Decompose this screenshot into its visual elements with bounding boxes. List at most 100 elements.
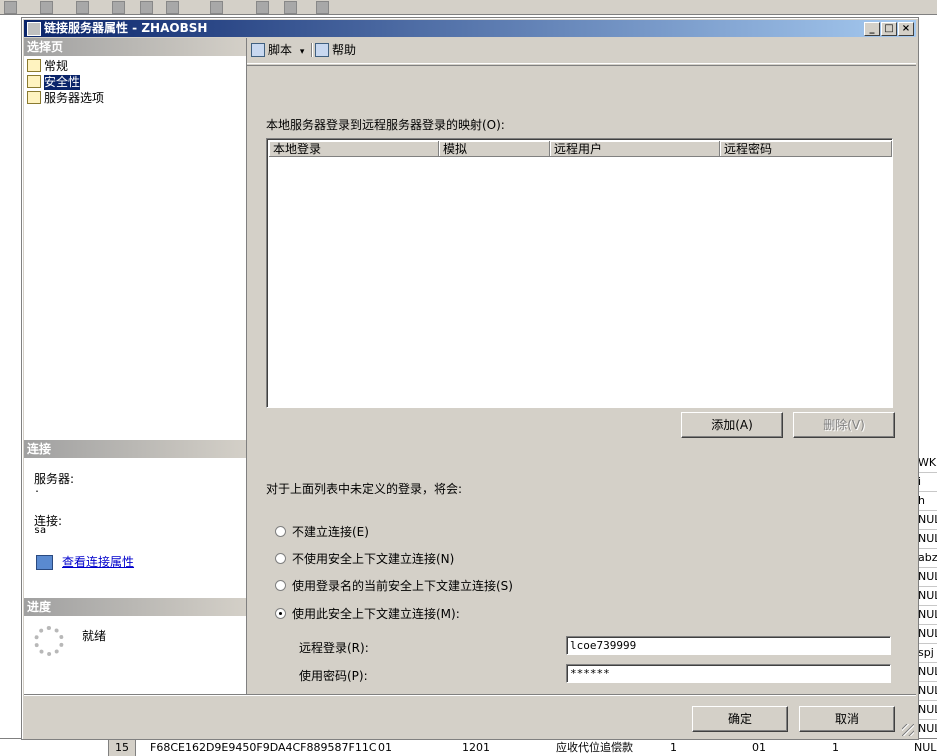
connection-properties-icon xyxy=(36,555,53,570)
background-toolbar-icon xyxy=(316,1,329,14)
background-toolbar-icon xyxy=(284,1,297,14)
page-label: 服务器选项 xyxy=(44,91,105,105)
table-cell: 1 xyxy=(670,741,677,754)
undefined-logins-label: 对于上面列表中未定义的登录，将会: xyxy=(266,482,463,496)
background-grid-cell: NUL xyxy=(918,663,937,682)
radio-this-security-context[interactable]: 使用此安全上下文建立连接(M): xyxy=(275,606,460,622)
page-label: 常规 xyxy=(44,59,69,73)
background-grid-cell: NUL xyxy=(918,701,937,720)
background-table-row: 15 F68CE162D9E9450F9DA4CF889587F11C 01 1… xyxy=(0,738,937,756)
window-title: 链接服务器属性 - ZHAOBSH xyxy=(44,21,208,35)
linked-server-properties-dialog: 链接服务器属性 - ZHAOBSH _ □ × 选择页 常规 安全性 服务器选项… xyxy=(21,17,919,740)
radio-label: 不建立连接(E) xyxy=(292,525,369,539)
column-header-remote-password[interactable]: 远程密码 xyxy=(720,141,892,157)
connection-value: sa xyxy=(34,525,47,536)
select-page-header: 选择页 xyxy=(24,38,246,56)
background-grid-cell: NUL xyxy=(918,720,937,739)
page-icon xyxy=(27,75,41,88)
background-grid-cell: NUL xyxy=(918,587,937,606)
progress-status: 就绪 xyxy=(82,629,107,643)
table-cell: 1 xyxy=(832,741,839,754)
column-header-local-login[interactable]: 本地登录 xyxy=(269,141,439,157)
radio-button[interactable] xyxy=(275,580,286,591)
progress-spinner-icon xyxy=(34,626,64,656)
help-label: 帮助 xyxy=(332,43,357,57)
background-toolbar-icon xyxy=(112,1,125,14)
radio-label: 不使用安全上下文建立连接(N) xyxy=(292,552,455,566)
close-button[interactable]: × xyxy=(898,22,914,36)
background-toolbar-icon xyxy=(140,1,153,14)
left-pane: 选择页 常规 安全性 服务器选项 连接 服务器: . 连接: sa 查看连接属性… xyxy=(24,38,247,713)
page-icon xyxy=(27,91,41,104)
table-cell: 01 xyxy=(378,741,392,754)
background-grid-cell: NUL xyxy=(918,511,937,530)
page-icon xyxy=(27,59,41,72)
maximize-button[interactable]: □ xyxy=(881,22,897,36)
background-grid-cell: i xyxy=(918,473,937,492)
page-label: 安全性 xyxy=(44,75,81,90)
login-mapping-grid[interactable]: 本地登录 模拟 远程用户 远程密码 xyxy=(266,138,893,408)
page-item-server-options[interactable]: 服务器选项 xyxy=(27,91,104,106)
background-grid-cell: NUL xyxy=(918,606,937,625)
page-item-general[interactable]: 常规 xyxy=(27,59,68,74)
security-page-content: 本地服务器登录到远程服务器登录的映射(O): 本地登录 模拟 远程用户 远程密码… xyxy=(247,65,916,714)
background-results-grid: WKihNULNULabzjNULNULNULNULspjNULNULNULNU… xyxy=(916,440,937,755)
table-cell: 1201 xyxy=(462,741,490,754)
column-header-remote-user[interactable]: 远程用户 xyxy=(550,141,720,157)
background-toolbar-icon xyxy=(256,1,269,14)
background-grid-cell: NUL xyxy=(918,625,937,644)
delete-button[interactable]: 删除(V) xyxy=(793,412,895,438)
background-toolbar-icon xyxy=(166,1,179,14)
remote-login-label: 远程登录(R): xyxy=(299,641,369,655)
view-connection-properties-link[interactable]: 查看连接属性 xyxy=(62,553,134,570)
background-toolbar xyxy=(0,0,937,15)
script-icon xyxy=(251,43,265,57)
background-grid-cell: NUL xyxy=(918,682,937,701)
radio-button[interactable] xyxy=(275,553,286,564)
background-toolbar-icon xyxy=(4,1,17,14)
toolbar-separator xyxy=(311,43,313,57)
background-toolbar-icon xyxy=(210,1,223,14)
server-value: . xyxy=(34,484,41,495)
password-label: 使用密码(P): xyxy=(299,669,368,683)
dialog-toolbar: 脚本 ▾ 帮助 xyxy=(247,38,916,64)
mapping-label: 本地服务器登录到远程服务器登录的映射(O): xyxy=(266,118,505,132)
background-grid-cell: abzj xyxy=(918,549,937,568)
radio-current-security-context[interactable]: 使用登录名的当前安全上下文建立连接(S) xyxy=(275,578,513,594)
background-grid-cell: NUL xyxy=(918,568,937,587)
cancel-button[interactable]: 取消 xyxy=(799,706,895,732)
script-label: 脚本 xyxy=(268,43,293,57)
script-button[interactable]: 脚本 ▾ xyxy=(251,42,304,58)
radio-button-selected[interactable] xyxy=(275,608,286,619)
page-item-security[interactable]: 安全性 xyxy=(27,75,81,90)
table-cell: 01 xyxy=(752,741,766,754)
resize-grip-icon[interactable] xyxy=(902,724,914,736)
add-button[interactable]: 添加(A) xyxy=(681,412,783,438)
radio-button[interactable] xyxy=(275,526,286,537)
radio-label: 使用此安全上下文建立连接(M): xyxy=(292,607,460,621)
background-grid-cell: h xyxy=(918,492,937,511)
radio-label: 使用登录名的当前安全上下文建立连接(S) xyxy=(292,579,513,593)
background-grid-cell: WK xyxy=(918,454,937,473)
table-cell: 应收代位追偿款 xyxy=(556,741,633,754)
remote-login-input[interactable]: lcoe739999 xyxy=(566,636,891,655)
title-bar[interactable]: 链接服务器属性 - ZHAOBSH _ □ × xyxy=(24,20,916,37)
background-toolbar-icon xyxy=(40,1,53,14)
help-button[interactable]: 帮助 xyxy=(315,42,356,58)
radio-no-security-context[interactable]: 不使用安全上下文建立连接(N) xyxy=(275,551,454,567)
column-header-impersonate[interactable]: 模拟 xyxy=(439,141,550,157)
background-grid-cell: NUL xyxy=(918,530,937,549)
background-grid-cell: spj xyxy=(918,644,937,663)
help-icon xyxy=(315,43,329,57)
row-number: 15 xyxy=(108,739,136,756)
progress-header: 进度 xyxy=(24,598,246,616)
linked-server-icon xyxy=(27,22,41,36)
ok-button[interactable]: 确定 xyxy=(692,706,788,732)
background-toolbar-icon xyxy=(76,1,89,14)
grid-header: 本地登录 模拟 远程用户 远程密码 xyxy=(269,141,892,157)
radio-no-connection[interactable]: 不建立连接(E) xyxy=(275,524,369,540)
minimize-button[interactable]: _ xyxy=(864,22,880,36)
password-input[interactable]: ****** xyxy=(566,664,891,683)
dialog-footer: 确定 取消 xyxy=(24,694,916,738)
script-dropdown-icon[interactable]: ▾ xyxy=(300,47,305,57)
